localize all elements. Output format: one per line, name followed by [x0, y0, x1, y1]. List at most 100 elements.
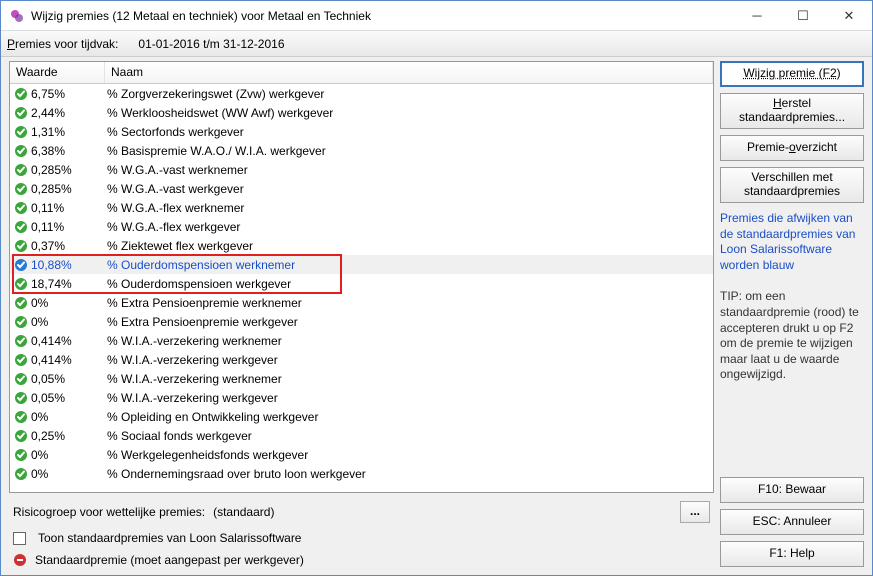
period-value: 01-01-2016 t/m 31-12-2016 — [138, 37, 284, 51]
check-green-icon — [14, 296, 28, 310]
risk-group-row: Risicogroep voor wettelijke premies: (st… — [13, 501, 710, 523]
table-row[interactable]: 0,414%% W.I.A.-verzekering werkgever — [10, 350, 713, 369]
table-row[interactable]: 0,285% % W.G.A.-vast werkgever — [10, 179, 713, 198]
cell-naam: % W.I.A.-verzekering werkgever — [105, 353, 713, 367]
cell-waarde: 0% — [31, 410, 48, 424]
maximize-button[interactable]: ☐ — [780, 1, 826, 30]
cell-waarde: 18,74% — [31, 277, 72, 291]
period-label: Premies voor tijdvak: — [7, 37, 118, 51]
cell-naam: % Werkloosheidswet (WW Awf) werkgever — [105, 106, 713, 120]
esc-annuleer-button[interactable]: ESC: Annuleer — [720, 509, 864, 535]
col-header-naam[interactable]: Naam — [105, 62, 713, 83]
herstel-standaard-button[interactable]: Herstelstandaardpremies... — [720, 93, 864, 129]
minimize-button[interactable]: ─ — [734, 1, 780, 30]
table-row[interactable]: 6,75%% Zorgverzekeringswet (Zvw) werkgev… — [10, 84, 713, 103]
cell-waarde: 0% — [31, 296, 48, 310]
table-row[interactable]: 0,414%% W.I.A.-verzekering werknemer — [10, 331, 713, 350]
cell-waarde: 6,38% — [31, 144, 65, 158]
table-row[interactable]: 2,44% % Werkloosheidswet (WW Awf) werkgev… — [10, 103, 713, 122]
table-row[interactable]: 0,05%% W.I.A.-verzekering werknemer — [10, 369, 713, 388]
cell-waarde: 0,25% — [31, 429, 65, 443]
check-green-icon — [14, 429, 28, 443]
risk-group-label: Risicogroep voor wettelijke premies: — [13, 505, 205, 519]
table-row[interactable]: 0,05% % W.I.A.-verzekering werkgever — [10, 388, 713, 407]
table-row[interactable]: 0% % Opleiding en Ontwikkeling werkgever — [10, 407, 713, 426]
window-controls: ─ ☐ ✕ — [734, 1, 872, 30]
table-row[interactable]: 0% % Extra Pensioenpremie werkgever — [10, 312, 713, 331]
check-green-icon — [14, 163, 28, 177]
check-green-icon — [14, 182, 28, 196]
table-row[interactable]: 0,11% % W.G.A.-flex werknemer — [10, 198, 713, 217]
side-panel: Wijzig premie (F2) Herstelstandaardpremi… — [714, 57, 872, 575]
show-standard-label: Toon standaardpremies van Loon Salarisso… — [38, 531, 301, 545]
app-icon — [9, 8, 25, 24]
cell-waarde: 0,11% — [31, 220, 64, 234]
wijzig-premie-button[interactable]: Wijzig premie (F2) — [720, 61, 864, 87]
cell-naam: % W.I.A.-verzekering werkgever — [105, 391, 713, 405]
cell-waarde: 1,31% — [31, 125, 65, 139]
cell-waarde: 6,75% — [31, 87, 65, 101]
f10-bewaar-button[interactable]: F10: Bewaar — [720, 477, 864, 503]
table-row[interactable]: 1,31% % Sectorfonds werkgever — [10, 122, 713, 141]
cell-waarde: 0,05% — [31, 391, 65, 405]
check-blue-icon — [14, 258, 28, 272]
cell-naam: % Basispremie W.A.O./ W.I.A. werkgever — [105, 144, 713, 158]
cell-naam: % Extra Pensioenpremie werknemer — [105, 296, 713, 310]
cell-naam: % Opleiding en Ontwikkeling werkgever — [105, 410, 713, 424]
check-green-icon — [14, 410, 28, 424]
check-green-icon — [14, 201, 28, 215]
premies-grid: Waarde Naam 6,75%% Zorgverzekeringswet (… — [9, 61, 714, 493]
table-row[interactable]: 0,25% % Sociaal fonds werkgever — [10, 426, 713, 445]
f1-help-button[interactable]: F1: Help — [720, 541, 864, 567]
main-area: Waarde Naam 6,75%% Zorgverzekeringswet (… — [1, 57, 714, 575]
cell-waarde: 0,285% — [31, 182, 72, 196]
grid-body[interactable]: 6,75%% Zorgverzekeringswet (Zvw) werkgev… — [10, 84, 713, 492]
check-green-icon — [14, 448, 28, 462]
check-green-icon — [14, 220, 28, 234]
check-green-icon — [14, 87, 28, 101]
info-blue-text: Premies die afwijken van de standaardpre… — [720, 211, 864, 273]
cell-naam: % Extra Pensioenpremie werkgever — [105, 315, 713, 329]
table-row[interactable]: 0,285%% W.G.A.-vast werknemer — [10, 160, 713, 179]
cell-naam: % Sectorfonds werkgever — [105, 125, 713, 139]
table-row[interactable]: 6,38% % Basispremie W.A.O./ W.I.A. werkge… — [10, 141, 713, 160]
table-row[interactable]: 0%% Ondernemingsraad over bruto loon wer… — [10, 464, 713, 483]
check-green-icon — [14, 372, 28, 386]
cell-waarde: 2,44% — [31, 106, 65, 120]
table-row[interactable]: 10,88% % Ouderdomspensioen werknemer — [10, 255, 713, 274]
grid-header: Waarde Naam — [10, 62, 713, 84]
table-row[interactable]: 0%% Werkgelegenheidsfonds werkgever — [10, 445, 713, 464]
premie-overzicht-button[interactable]: Premie-overzicht — [720, 135, 864, 161]
footer-area: Risicogroep voor wettelijke premies: (st… — [9, 493, 714, 567]
table-row[interactable]: 0,11% % W.G.A.-flex werkgever — [10, 217, 713, 236]
show-standard-checkbox[interactable] — [13, 532, 26, 545]
col-header-waarde[interactable]: Waarde — [10, 62, 105, 83]
cell-waarde: 10,88% — [31, 258, 72, 272]
check-green-icon — [14, 106, 28, 120]
table-row[interactable]: 18,74% % Ouderdomspensioen werkgever — [10, 274, 713, 293]
legend-row: Standaardpremie (moet aangepast per werk… — [13, 553, 710, 567]
close-button[interactable]: ✕ — [826, 1, 872, 30]
cell-naam: % Ouderdomspensioen werkgever — [105, 277, 713, 291]
show-standard-row[interactable]: Toon standaardpremies van Loon Salarisso… — [13, 531, 710, 545]
table-row[interactable]: 0,37%% Ziektewet flex werkgever — [10, 236, 713, 255]
cell-waarde: 0,05% — [31, 372, 65, 386]
cell-naam: % Sociaal fonds werkgever — [105, 429, 713, 443]
check-green-icon — [14, 277, 28, 291]
cell-naam: % W.G.A.-flex werknemer — [105, 201, 713, 215]
cell-naam: % W.G.A.-vast werkgever — [105, 182, 713, 196]
cell-waarde: 0% — [31, 315, 48, 329]
error-icon — [13, 553, 27, 567]
cell-naam: % W.I.A.-verzekering werknemer — [105, 334, 713, 348]
cell-naam: % Ziektewet flex werkgever — [105, 239, 713, 253]
risk-group-browse-button[interactable]: ... — [680, 501, 710, 523]
check-green-icon — [14, 315, 28, 329]
cell-waarde: 0,11% — [31, 201, 64, 215]
legend-error-text: Standaardpremie (moet aangepast per werk… — [35, 553, 304, 567]
table-row[interactable]: 0% % Extra Pensioenpremie werknemer — [10, 293, 713, 312]
check-green-icon — [14, 125, 28, 139]
verschillen-button[interactable]: Verschillen met standaardpremies — [720, 167, 864, 203]
cell-naam: % Ouderdomspensioen werknemer — [105, 258, 713, 272]
cell-waarde: 0% — [31, 448, 48, 462]
cell-naam: % W.G.A.-flex werkgever — [105, 220, 713, 234]
